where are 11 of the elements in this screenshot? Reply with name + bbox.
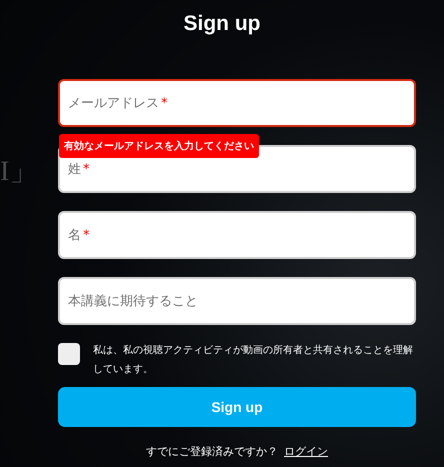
input-field[interactable]: 本講義に期待すること xyxy=(58,277,416,325)
page-title: Sign up xyxy=(182,11,262,37)
error-tooltip: 有効なメールアドレスを入力してください xyxy=(59,134,259,158)
consent-label: 私は、私の視聴アクティビティが動画の所有者と共有されることを理解しています。 xyxy=(93,344,414,377)
sign-up-button[interactable]: Sign up xyxy=(58,387,416,427)
checkbox[interactable] xyxy=(58,343,80,365)
input-field[interactable]: メールアドレス* xyxy=(58,79,416,127)
input-field[interactable]: 名* xyxy=(58,211,416,259)
login-link[interactable]: ログイン xyxy=(284,445,328,458)
background-text: I」 xyxy=(0,155,38,189)
login-prompt: すでにご登録済みですか？ xyxy=(146,445,278,458)
